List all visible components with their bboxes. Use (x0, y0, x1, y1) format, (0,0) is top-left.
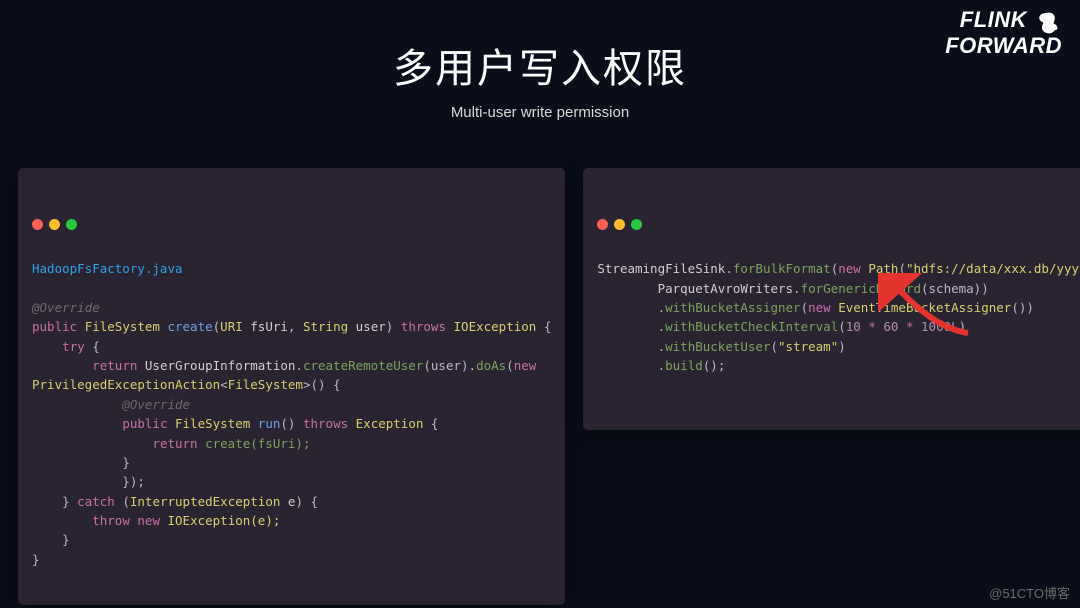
filename: HadoopFsFactory.java (32, 261, 183, 276)
maximize-icon (631, 219, 642, 230)
logo-line1: FLINK (960, 7, 1027, 32)
close-icon (597, 219, 608, 230)
window-controls (32, 219, 551, 230)
highlighted-stream-arg: "stream" (778, 339, 838, 354)
flink-forward-logo: FLINK FORWARD (945, 10, 1062, 57)
close-icon (32, 219, 43, 230)
code-window-left: HadoopFsFactory.java @Override public Fi… (18, 168, 565, 605)
maximize-icon (66, 219, 77, 230)
minimize-icon (614, 219, 625, 230)
annotation: @Override (32, 300, 100, 315)
window-controls (597, 219, 1080, 230)
minimize-icon (49, 219, 60, 230)
watermark: @51CTO博客 (989, 583, 1070, 602)
code-window-right: StreamingFileSink.forBulkFormat(new Path… (583, 168, 1080, 430)
logo-line2: FORWARD (945, 33, 1062, 58)
slide-subtitle: Multi-user write permission (0, 104, 1080, 121)
slide-title-block: 多用户写入权限 Multi-user write permission (0, 0, 1080, 121)
slide-title: 多用户写入权限 (0, 36, 1080, 94)
